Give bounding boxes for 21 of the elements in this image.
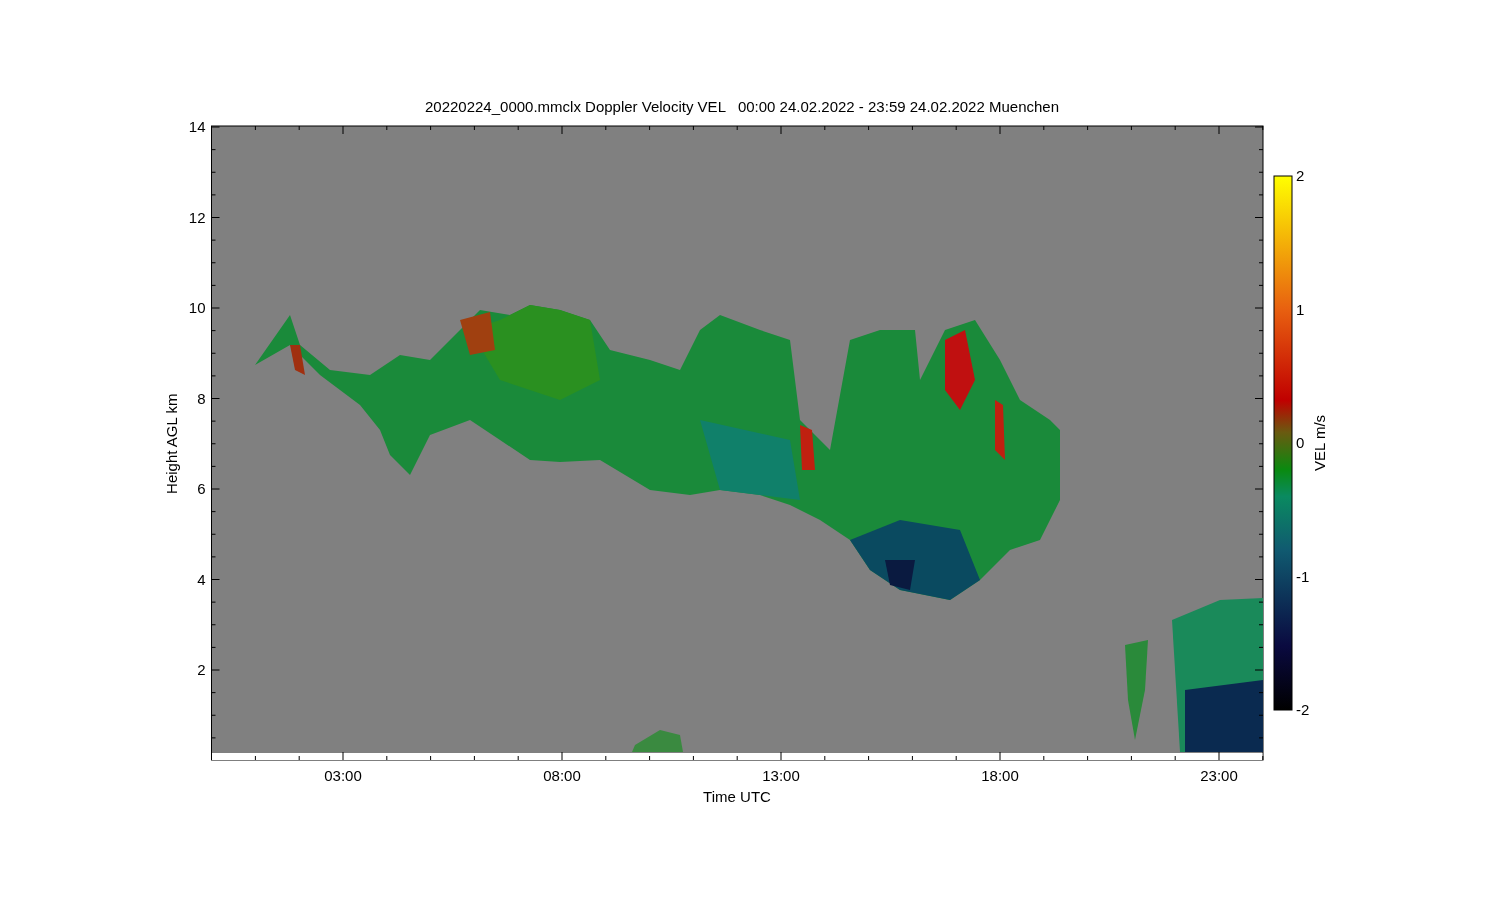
colorbar-label: VEL m/s — [1311, 414, 1328, 472]
tick-label: 8 — [197, 389, 206, 407]
tick-label: 03:00 — [324, 767, 362, 784]
tick-label: 23:00 — [1200, 767, 1238, 784]
axis-label: Height AGL km — [163, 393, 180, 494]
colorbar-tick-label: 0 — [1296, 434, 1305, 451]
tick-label: 2 — [197, 661, 206, 678]
colorbar-tick-label: -1 — [1296, 567, 1310, 585]
tick-label: 13:00 — [762, 767, 800, 784]
tick-label: 14 — [188, 118, 206, 135]
chart-title: 20220224_0000.mmclx Doppler Velocity VEL 00:00 24.02.2022 - 23:59 24.02.2022 Muenchen — [424, 98, 1060, 115]
axis-label: Time UTC — [703, 788, 771, 805]
colorbar-tick-label: -2 — [1296, 701, 1310, 718]
colorbar-tick-label: 2 — [1296, 167, 1305, 184]
colorbar-tick-label: 1 — [1296, 300, 1305, 318]
tick-label: 10 — [188, 299, 206, 316]
tick-label: 12 — [188, 208, 206, 226]
tick-label: 08:00 — [543, 767, 581, 784]
tick-label: 18:00 — [981, 767, 1019, 784]
tick-label: 6 — [197, 480, 206, 497]
tick-label: 4 — [197, 570, 206, 588]
